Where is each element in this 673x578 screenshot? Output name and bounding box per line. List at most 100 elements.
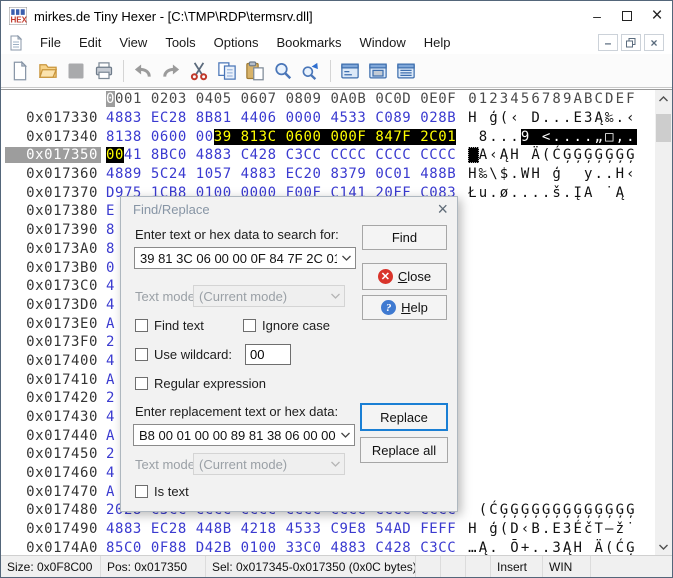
hex-bytes[interactable]: 4 (106, 278, 115, 294)
menu-item-file[interactable]: File (31, 33, 70, 52)
hex-bytes-text[interactable]: A (106, 484, 115, 500)
hex-bytes[interactable]: A (106, 316, 115, 332)
scroll-up-icon[interactable] (655, 90, 672, 107)
hex-bytes-text[interactable]: 8 (106, 241, 115, 257)
hex-bytes[interactable]: A (106, 372, 115, 388)
hex-bytes[interactable]: 2 (106, 446, 115, 462)
ascii-text[interactable]: H‰\$.WH ģ y..H‹ (468, 166, 636, 182)
checkbox-box[interactable] (135, 485, 148, 498)
maximize-button[interactable] (612, 2, 642, 30)
mdi-restore-button[interactable] (621, 34, 641, 51)
hex-bytes-text[interactable]: A (106, 316, 115, 332)
hex-bytes[interactable]: 85C0 0F88 D42B 0100 33C0 4883 C428 C3CC (106, 540, 456, 555)
document-icon[interactable] (9, 35, 23, 51)
minimize-button[interactable]: – (582, 2, 612, 30)
hex-bytes[interactable]: 8138 0600 0039 813C 0600 000F 847F 2C01 (106, 129, 456, 145)
hex-bytes[interactable]: A (106, 484, 115, 500)
checkbox-box[interactable] (243, 319, 256, 332)
find-icon[interactable] (271, 59, 295, 83)
checkbox-box[interactable] (135, 377, 148, 390)
hex-bytes-text[interactable]: 4889 5C24 1057 4883 EC20 8379 0C01 488B (106, 166, 456, 182)
replace-button[interactable]: Replace (360, 403, 448, 431)
hex-bytes-selected[interactable]: 00 (106, 147, 124, 163)
mdi-minimize-button[interactable]: – (598, 34, 618, 51)
vertical-scrollbar[interactable] (655, 90, 672, 555)
hex-bytes-text[interactable]: A (106, 372, 115, 388)
hex-bytes[interactable]: 4883 EC28 448B 4218 4533 C9E8 54AD FEFF (106, 521, 456, 537)
hex-bytes[interactable]: 4 (106, 353, 115, 369)
hex-bytes[interactable]: E (106, 203, 115, 219)
hex-bytes-text[interactable]: 4 (106, 353, 115, 369)
hex-bytes-text[interactable]: 4 (106, 278, 115, 294)
ascii-text-plain[interactable]: A‹ĄH Ä(ĆĢĢĢĢĢĢĢ (479, 147, 637, 163)
ascii-text[interactable]: …Ą. Ō+..3ĄH Ä(ĆĢ (468, 540, 636, 555)
ascii-text[interactable]: (ĆĢĢĢĢĢĢĢĢĢĢĢĢĢ (468, 502, 636, 518)
hex-bytes-text[interactable]: 2 (106, 390, 115, 406)
ascii-text[interactable]: .A‹ĄH Ä(ĆĢĢĢĢĢĢĢ (468, 147, 636, 163)
hex-bytes[interactable]: 0041 8BC0 4883 C428 C3CC CCCC CCCC CCCC (106, 147, 456, 163)
hex-bytes[interactable]: 0 (106, 260, 115, 276)
menu-item-help[interactable]: Help (415, 33, 460, 52)
ascii-text-plain[interactable]: H ģ(‹ D...E3Ą‰.‹ (468, 110, 636, 126)
menu-item-options[interactable]: Options (205, 33, 268, 52)
checkbox-box[interactable] (135, 348, 148, 361)
mdi-close-button[interactable]: × (644, 34, 664, 51)
hex-bytes-text[interactable]: 8138 0600 00 (106, 129, 214, 145)
cut-icon[interactable] (187, 59, 211, 83)
ascii-text-plain[interactable]: Łu.ø....š.ĮA ˙Ą (468, 185, 636, 201)
menu-item-tools[interactable]: Tools (156, 33, 204, 52)
hex-bytes-text[interactable]: 4 (106, 409, 115, 425)
hex-bytes-text[interactable]: 85C0 0F88 D42B 0100 33C0 4883 C428 C3CC (106, 540, 456, 555)
replace-combobox[interactable]: B8 00 01 00 00 89 81 38 06 00 00 90 (133, 424, 355, 446)
new-file-icon[interactable] (8, 59, 32, 83)
copy-icon[interactable] (215, 59, 239, 83)
use-wildcard-checkbox[interactable]: Use wildcard: (135, 347, 232, 362)
hex-bytes-selected[interactable]: 39 813C 0600 000F 847F 2C01 (214, 129, 456, 145)
scrollbar-thumb[interactable] (656, 114, 671, 142)
hex-bytes-text[interactable]: 2 (106, 446, 115, 462)
ascii-text-plain[interactable]: (ĆĢĢĢĢĢĢĢĢĢĢĢĢĢ (468, 502, 636, 518)
ascii-text[interactable]: H ģ(‹ D...E3Ą‰.‹ (468, 110, 636, 126)
window-hex-icon[interactable] (338, 59, 362, 83)
hex-bytes-text[interactable]: 8 (106, 222, 115, 238)
close-dialog-button[interactable]: ✕ Close (362, 263, 447, 290)
hex-bytes[interactable]: 8 (106, 241, 115, 257)
hex-bytes-text[interactable]: E (106, 203, 115, 219)
checkbox-box[interactable] (135, 319, 148, 332)
hex-bytes[interactable]: 4 (106, 465, 115, 481)
window-disk-icon[interactable] (366, 59, 390, 83)
hex-bytes[interactable]: A (106, 428, 115, 444)
print-icon[interactable] (92, 59, 116, 83)
hex-bytes-text[interactable]: 4 (106, 297, 115, 313)
ascii-text-plain[interactable]: 8... (468, 129, 521, 145)
ascii-text-plain[interactable]: H ģ(D‹B.E3ÉčT–ž˙ (468, 521, 636, 537)
hex-bytes-text[interactable]: 2 (106, 334, 115, 350)
hex-bytes-text[interactable]: 4 (106, 465, 115, 481)
window-list-icon[interactable] (394, 59, 418, 83)
menu-item-window[interactable]: Window (351, 33, 415, 52)
ascii-text[interactable]: Łu.ø....š.ĮA ˙Ą (468, 185, 636, 201)
hex-bytes-text[interactable]: 0 (106, 260, 115, 276)
ascii-text-selected[interactable]: 9 <....„□,. (521, 129, 637, 145)
hex-bytes[interactable]: 2 (106, 334, 115, 350)
wildcard-input[interactable] (245, 344, 291, 365)
ignore-case-checkbox[interactable]: Ignore case (243, 318, 330, 333)
hex-bytes-text[interactable]: 41 8BC0 4883 C428 C3CC CCCC CCCC CCCC (124, 147, 456, 163)
scroll-down-icon[interactable] (655, 538, 672, 555)
find-text-checkbox[interactable]: Find text (135, 318, 204, 333)
hex-bytes[interactable]: 2 (106, 390, 115, 406)
dialog-close-icon[interactable]: × (437, 199, 448, 220)
hex-bytes[interactable]: 8 (106, 222, 115, 238)
menu-item-edit[interactable]: Edit (70, 33, 110, 52)
find-button[interactable]: Find (362, 225, 447, 250)
replace-all-button[interactable]: Replace all (360, 437, 448, 463)
menu-item-view[interactable]: View (110, 33, 156, 52)
paste-icon[interactable] (243, 59, 267, 83)
text-cursor[interactable]: . (468, 147, 479, 163)
hex-bytes[interactable]: 4 (106, 409, 115, 425)
is-text-checkbox[interactable]: Is text (135, 484, 189, 499)
hex-bytes-text[interactable]: 4883 EC28 8B81 4406 0000 4533 C089 028B (106, 110, 456, 126)
open-file-icon[interactable] (36, 59, 60, 83)
regular-expression-checkbox[interactable]: Regular expression (135, 376, 266, 391)
close-button[interactable]: × (642, 2, 672, 30)
